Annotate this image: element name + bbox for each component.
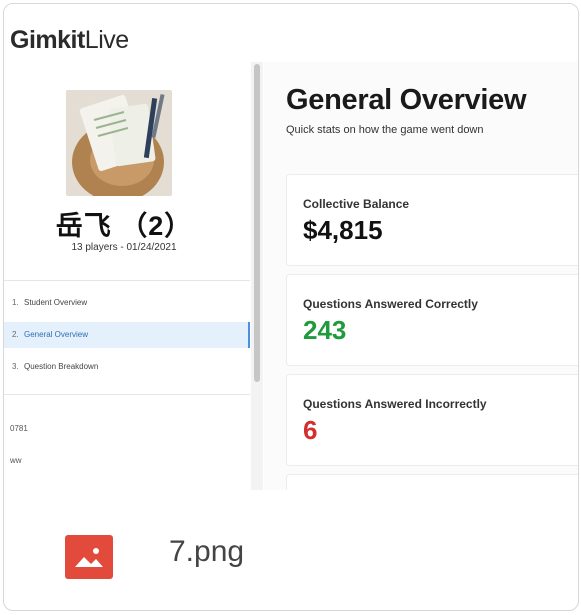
- sidebar: 岳飞 （2） 13 players - 01/24/2021 1. Student…: [4, 62, 250, 490]
- page-title: General Overview: [286, 84, 527, 116]
- side-value: 0781: [10, 424, 28, 433]
- page-subtitle: Quick stats on how the game went down: [286, 124, 484, 136]
- scrollbar-thumb[interactable]: [254, 64, 260, 382]
- stat-card-next: [286, 474, 578, 490]
- nav-label: Student Overview: [24, 298, 88, 307]
- player-meta: 13 players - 01/24/2021: [71, 242, 177, 253]
- stat-value: 6: [303, 415, 318, 445]
- stat-card-correct: Questions Answered Correctly 243: [286, 274, 578, 366]
- nav-item-student-overview[interactable]: 1. Student Overview: [4, 290, 250, 316]
- nav-num: 3.: [12, 362, 19, 371]
- divider: [4, 394, 250, 395]
- stat-label: Questions Answered Incorrectly: [303, 397, 487, 411]
- overview-panel: General Overview Quick stats on how the …: [264, 62, 578, 490]
- nav-num: 1.: [12, 298, 19, 307]
- nav-label: General Overview: [24, 330, 89, 339]
- player-avatar: [66, 90, 172, 196]
- stat-value: $4,815: [303, 215, 383, 245]
- stat-card-incorrect: Questions Answered Incorrectly 6: [286, 374, 578, 466]
- nav-num: 2.: [12, 330, 19, 339]
- stat-card-balance: Collective Balance $4,815: [286, 174, 578, 266]
- image-preview[interactable]: GimkitLive 岳飞 （2） 13 players - 01/24/202…: [4, 4, 578, 490]
- brand-bold: Gimkit: [10, 26, 85, 54]
- file-name[interactable]: 7.png: [169, 535, 244, 569]
- image-file-icon: [65, 535, 113, 579]
- stat-label: Questions Answered Correctly: [303, 297, 478, 311]
- nav-item-question-breakdown[interactable]: 3. Question Breakdown: [4, 354, 250, 380]
- nav-item-general-overview[interactable]: 2. General Overview: [4, 322, 250, 348]
- stat-label: Collective Balance: [303, 197, 410, 211]
- stat-value: 243: [303, 315, 347, 345]
- brand-light: Live: [84, 26, 129, 54]
- player-name: 岳飞 （2）: [55, 211, 193, 241]
- side-value: ww: [10, 456, 22, 465]
- nav-label: Question Breakdown: [24, 362, 99, 371]
- attachment-card[interactable]: GimkitLive 岳飞 （2） 13 players - 01/24/202…: [3, 3, 579, 611]
- divider: [4, 280, 250, 281]
- gimkit-logo: GimkitLive: [10, 26, 129, 55]
